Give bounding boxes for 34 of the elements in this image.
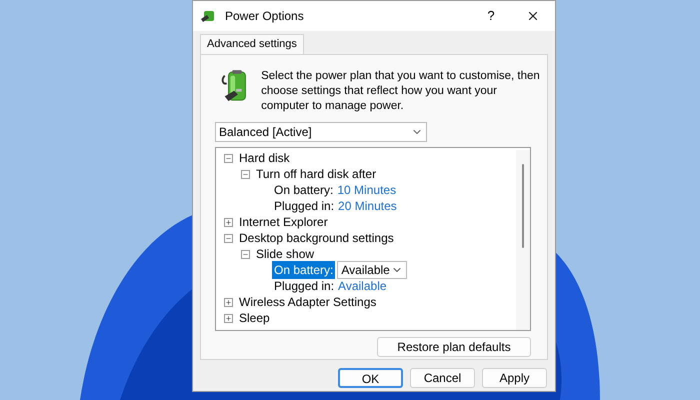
expander-icon[interactable] — [224, 234, 233, 242]
help-button[interactable]: ? — [471, 1, 511, 31]
expander-icon[interactable] — [241, 170, 250, 178]
setting-value-link[interactable]: 10 Minutes — [337, 181, 396, 199]
tree-item[interactable]: Turn off hard disk after — [256, 165, 376, 183]
expander-icon[interactable] — [224, 218, 233, 226]
tree-item[interactable]: Wireless Adapter Settings — [239, 293, 376, 311]
setting-value-link[interactable]: Available — [338, 277, 387, 295]
expander-icon[interactable] — [241, 250, 250, 258]
expander-icon[interactable] — [224, 314, 233, 322]
expander-icon[interactable] — [224, 298, 233, 306]
expander-icon[interactable] — [224, 154, 233, 162]
description-text: Select the power plan that you want to customise, then choose settings that reflect how you want your computer to manage power. — [261, 69, 541, 114]
setting-value-link[interactable]: 20 Minutes — [338, 197, 397, 215]
tab[interactable]: Advanced settings — [200, 34, 304, 54]
close-icon — [526, 9, 540, 23]
dialog-button[interactable]: OK — [338, 368, 403, 388]
setting-label[interactable]: On battery: — [272, 181, 336, 199]
setting-label[interactable]: On battery: — [272, 261, 336, 279]
setting-label[interactable]: Plugged in: — [272, 277, 336, 295]
setting-dropdown[interactable]: Available — [337, 261, 408, 279]
tree-item[interactable]: Hard disk — [239, 150, 290, 167]
dialog-button[interactable]: Apply — [482, 368, 547, 388]
setting-label[interactable]: Plugged in: — [272, 197, 336, 215]
plan-dropdown[interactable]: Balanced [Active] — [215, 122, 427, 142]
tree-item[interactable]: Desktop background settings — [239, 229, 394, 247]
tree-item[interactable]: Sleep — [239, 309, 270, 327]
scrollbar-thumb[interactable] — [522, 164, 524, 248]
tree-item[interactable]: Slide show — [256, 245, 314, 263]
dialog-button[interactable]: Cancel — [410, 368, 475, 388]
tree-item[interactable]: Internet Explorer — [239, 213, 328, 231]
restore-defaults-button[interactable]: Restore plan defaults — [377, 337, 531, 357]
window-title: Power Options — [225, 8, 304, 25]
power-plug-icon — [201, 9, 217, 23]
